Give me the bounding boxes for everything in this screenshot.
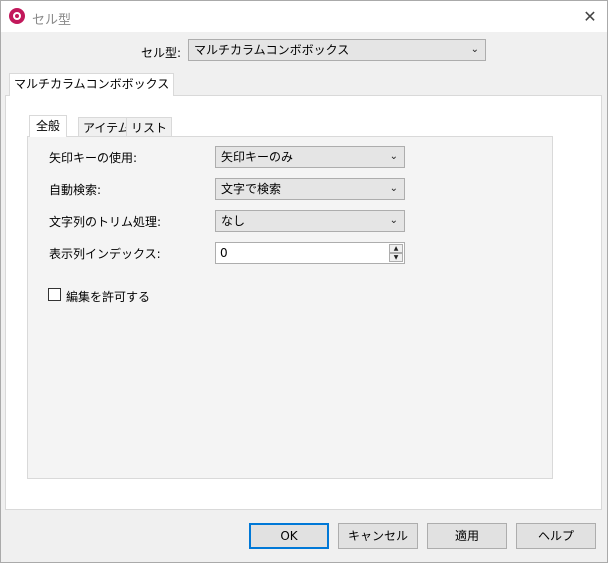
celltype-app-icon: [9, 8, 25, 24]
tab-list[interactable]: リスト: [126, 117, 173, 136]
chevron-down-icon: ⌄: [470, 44, 479, 55]
trim-label: 文字列のトリム処理:: [49, 215, 162, 229]
tab-general[interactable]: 全般: [29, 115, 68, 137]
auto-search-value: 文字で検索: [221, 182, 282, 196]
auto-search-select[interactable]: 文字で検索 ⌄: [215, 178, 405, 200]
display-column-label: 表示列インデックス:: [49, 247, 161, 261]
allow-edit-label: 編集を許可する: [66, 290, 151, 304]
window-title: セル型: [32, 13, 72, 28]
help-button[interactable]: ヘルプ: [516, 523, 596, 549]
spin-up-icon[interactable]: ▲: [389, 244, 403, 253]
celltype-label: セル型:: [141, 46, 182, 60]
title-bar: セル型 ✕: [1, 1, 607, 32]
celltype-select-value: マルチカラムコンボボックス: [194, 43, 350, 57]
close-icon[interactable]: ✕: [577, 5, 603, 29]
ok-button[interactable]: OK: [249, 523, 329, 549]
spin-down-icon[interactable]: ▼: [389, 253, 403, 262]
trim-value: なし: [221, 214, 246, 228]
tab-multicolumn-combobox[interactable]: マルチカラムコンボボックス: [9, 73, 175, 96]
apply-button[interactable]: 適用: [427, 523, 507, 549]
chevron-down-icon: ⌄: [389, 215, 398, 226]
chevron-down-icon: ⌄: [389, 151, 398, 162]
arrow-keys-select[interactable]: 矢印キーのみ ⌄: [215, 146, 405, 168]
display-column-value: 0: [220, 246, 228, 260]
trim-select[interactable]: なし ⌄: [215, 210, 405, 232]
auto-search-label: 自動検索:: [49, 183, 102, 197]
dialog-window: セル型 ✕ セル型: マルチカラムコンボボックス ⌄ マルチカラムコンボボックス…: [0, 0, 608, 563]
allow-edit-checkbox[interactable]: [48, 288, 61, 301]
chevron-down-icon: ⌄: [389, 183, 398, 194]
arrow-keys-label: 矢印キーの使用:: [49, 151, 138, 165]
display-column-spinner[interactable]: 0 ▲ ▼: [215, 242, 405, 264]
celltype-select[interactable]: マルチカラムコンボボックス ⌄: [188, 39, 486, 61]
arrow-keys-value: 矢印キーのみ: [221, 150, 294, 164]
cancel-button[interactable]: キャンセル: [338, 523, 418, 549]
